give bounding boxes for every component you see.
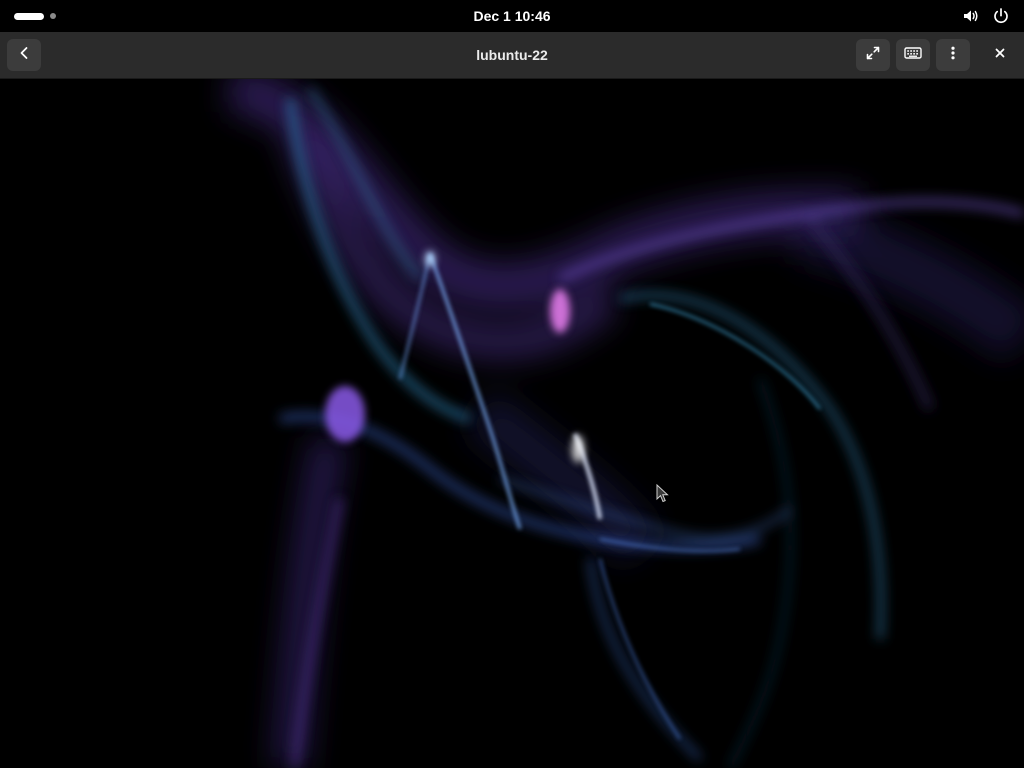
- system-status-area[interactable]: [962, 6, 1010, 26]
- window-title: lubuntu-22: [476, 47, 548, 63]
- fullscreen-button[interactable]: [856, 39, 890, 71]
- fullscreen-icon: [865, 45, 881, 66]
- back-button[interactable]: [7, 39, 41, 71]
- abstract-wallpaper: [0, 79, 1024, 768]
- kebab-menu-icon: [945, 45, 961, 66]
- workspace-indicator-active: [14, 12, 44, 20]
- clock-area: Dec 1 10:46: [0, 0, 1024, 32]
- clock-label[interactable]: Dec 1 10:46: [473, 8, 550, 24]
- power-icon[interactable]: [992, 7, 1010, 25]
- workspace-indicator-inactive: [50, 13, 56, 19]
- keyboard-icon: [904, 46, 922, 65]
- close-button[interactable]: [983, 39, 1017, 71]
- remote-desktop-view[interactable]: [0, 79, 1024, 768]
- volume-icon[interactable]: [962, 7, 980, 25]
- header-bar: lubuntu-22: [0, 32, 1024, 79]
- activities-button[interactable]: [14, 10, 56, 22]
- keyboard-button[interactable]: [896, 39, 930, 71]
- mouse-cursor: [656, 484, 670, 504]
- close-icon: [993, 46, 1007, 65]
- back-icon: [16, 45, 32, 66]
- main-menu-button[interactable]: [936, 39, 970, 71]
- top-bar: Dec 1 10:46: [0, 0, 1024, 32]
